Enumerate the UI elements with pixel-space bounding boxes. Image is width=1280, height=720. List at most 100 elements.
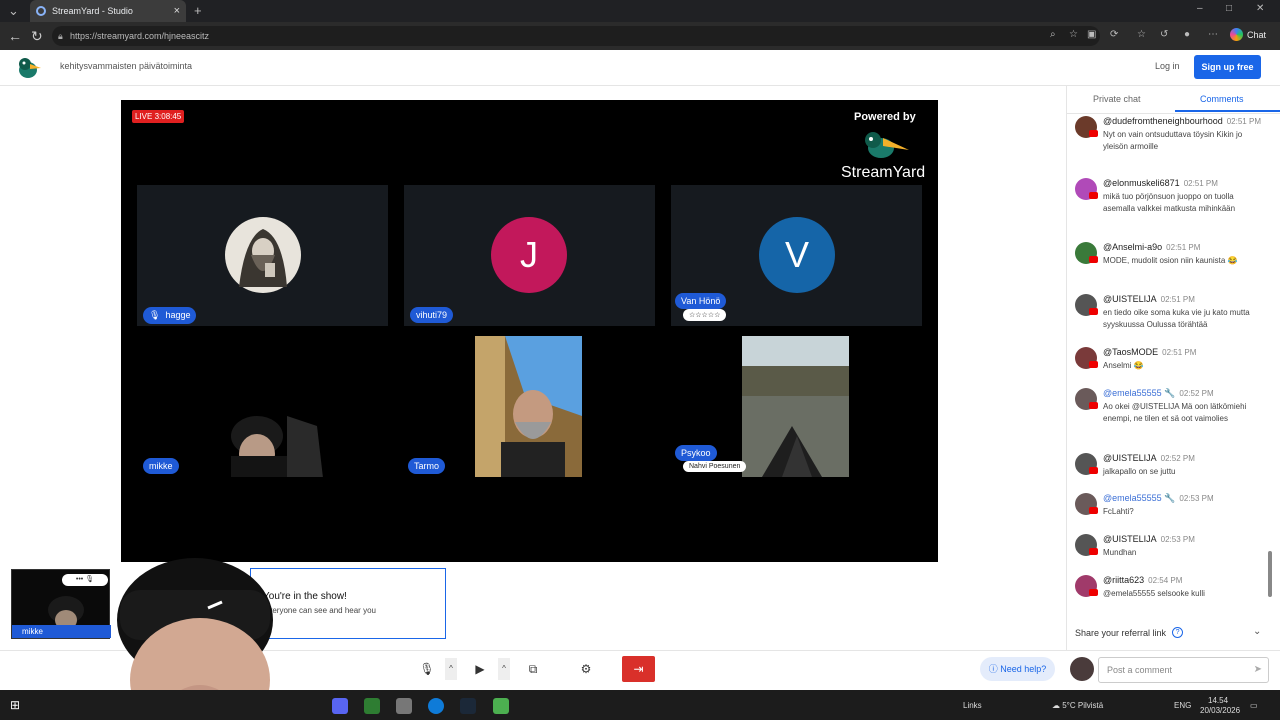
leave-studio-button[interactable]: ⇥ (622, 656, 655, 682)
comment-text: Anselmi 😂 (1103, 361, 1144, 370)
youtube-icon (1089, 130, 1098, 137)
comment-text: en tiedo oike soma kuka vie ju kato mutt… (1103, 308, 1250, 329)
close-tab-icon[interactable]: × (174, 5, 180, 17)
clock-time[interactable]: 14.54 (1208, 696, 1228, 705)
app-icon[interactable] (364, 698, 380, 714)
participant-tile-hagge[interactable]: 🎙︎ hagge (137, 185, 388, 326)
comment-time: 02:53 PM (1179, 494, 1214, 503)
chevron-down-icon[interactable]: ⌄ (1253, 626, 1261, 637)
commenter-name: @elonmuskeli6871 02:51 PM (1103, 178, 1218, 188)
url-text: https://streamyard.com/hjneeascitz (70, 31, 210, 41)
signup-button[interactable]: Sign up free (1194, 55, 1261, 79)
edge-icon[interactable] (428, 698, 444, 714)
share-screen-button[interactable]: ⧉ (522, 658, 544, 680)
discord-icon[interactable] (332, 698, 348, 714)
copilot-chat-button[interactable]: Chat (1230, 28, 1266, 41)
muted-mic-icon: 🎙︎ (149, 310, 161, 320)
my-avatar (1070, 657, 1094, 681)
windows-start-icon[interactable]: ⊞ (10, 698, 20, 712)
comment-text: @emela55555 selsooke kulli (1103, 589, 1205, 598)
comment-placeholder: Post a comment (1107, 665, 1173, 675)
commenter-username: @UISTELIJA (1103, 534, 1157, 544)
links-toolbar[interactable]: Links (963, 701, 982, 710)
address-bar: ← ↻ 🔒︎ https://streamyard.com/hjneeascit… (0, 22, 1280, 50)
commenter-name: @dudefromtheneighbourhood 02:51 PM (1103, 116, 1261, 126)
profile-icon[interactable]: ● (1184, 29, 1190, 40)
zoom-icon[interactable]: ⌕ (1050, 29, 1056, 40)
weather-widget[interactable]: ☁ 5°C Pilvistä (1052, 701, 1103, 710)
comment-time: 02:53 PM (1160, 535, 1195, 544)
tab-private-chat[interactable]: Private chat (1093, 94, 1141, 104)
streamyard-logo-icon (19, 58, 41, 78)
participant-name-tag: vihuti79 (410, 307, 454, 323)
streamyard-header: kehitysvammaisten päivätoiminta Log in S… (0, 50, 1280, 86)
commenter-name: @emela55555 🔧 02:52 PM (1103, 388, 1214, 399)
participant-initial-avatar: J (491, 217, 567, 293)
comment-input[interactable]: Post a comment ➤ (1098, 657, 1269, 683)
back-icon[interactable]: ← (8, 27, 22, 45)
need-help-button[interactable]: ⓘ Need help? (980, 657, 1055, 681)
tab-comments[interactable]: Comments (1200, 94, 1244, 104)
participant-badge: ☆☆☆☆☆ (683, 309, 727, 321)
favorites-bar-icon[interactable]: ☆ (1137, 29, 1146, 40)
login-link[interactable]: Log in (1155, 61, 1180, 71)
participant-tile-psykoo[interactable]: Psykoo Nahvi Poesunen (671, 336, 922, 477)
language-indicator[interactable]: ENG (1174, 701, 1191, 710)
close-window-icon[interactable]: ✕ (1256, 3, 1264, 14)
commenter-name: @riitta623 02:54 PM (1103, 575, 1182, 585)
participant-name-tag: Tarmo (408, 458, 446, 474)
comments-panel: Private chat Comments @dudefromtheneighb… (1066, 86, 1280, 650)
tab-title: StreamYard - Studio (52, 6, 133, 16)
youtube-icon (1089, 361, 1098, 368)
extension-icon[interactable]: ⟳ (1110, 29, 1118, 40)
settings-app-icon[interactable] (396, 698, 412, 714)
participant-badge: Nahvi Poesunen (683, 461, 747, 472)
notification-icon[interactable]: ▭ (1250, 701, 1258, 710)
help-icon: ⓘ (988, 664, 998, 674)
participant-tile-mikke[interactable]: mikke (137, 336, 388, 477)
panel-divider (1067, 113, 1280, 114)
scrollbar-thumb[interactable] (1268, 551, 1272, 597)
new-tab-button[interactable]: + (194, 2, 202, 20)
history-icon[interactable]: ↺ (1160, 29, 1168, 40)
mic-options-chevron-icon[interactable]: ^ (445, 658, 457, 680)
participant-tile-tarmo[interactable]: Tarmo (404, 336, 655, 477)
comment-time: 02:51 PM (1162, 348, 1197, 357)
camera-options-chevron-icon[interactable]: ^ (498, 658, 510, 680)
comment-time: 02:54 PM (1148, 576, 1183, 585)
comment-text: MODE, mudolit osion niin kaunista 😂 (1103, 256, 1238, 265)
settings-gear-icon[interactable]: ⚙ (575, 658, 597, 680)
participant-tile-van-hono[interactable]: V Van Hönö ☆☆☆☆☆ (671, 185, 922, 326)
minimize-icon[interactable]: – (1197, 3, 1203, 14)
comment-time: 02:51 PM (1160, 295, 1195, 304)
steam-icon[interactable] (460, 698, 476, 714)
more-icon[interactable]: ⋯ (1208, 29, 1218, 40)
microphone-button[interactable]: 🎙︎ (416, 658, 438, 680)
play-app-icon[interactable] (493, 698, 509, 714)
referral-link-row[interactable]: Share your referral link ? (1075, 627, 1184, 638)
favorite-icon[interactable]: ☆ (1069, 29, 1078, 40)
psykoo-video (742, 336, 849, 477)
commenter-name: @UISTELIJA 02:51 PM (1103, 294, 1195, 304)
maximize-icon[interactable]: □ (1226, 3, 1232, 14)
participant-name: hagge (165, 310, 191, 320)
youtube-icon (1089, 256, 1098, 263)
tab-menu-icon[interactable]: ⌄ (8, 2, 19, 20)
windows-taskbar: ⊞ Links ☁ 5°C Pilvistä ENG 14.54 20/03/2… (0, 690, 1280, 720)
send-icon[interactable]: ➤ (1254, 658, 1262, 682)
powered-by-label: Powered by (854, 111, 916, 123)
reader-icon[interactable]: ▣ (1087, 29, 1096, 40)
help-circle-icon[interactable]: ? (1172, 627, 1184, 638)
refresh-icon[interactable]: ↻ (31, 27, 43, 45)
live-badge: LIVE 3:08:45 (132, 110, 185, 123)
camera-button[interactable]: ▶ (469, 658, 491, 680)
youtube-icon (1089, 467, 1098, 474)
browser-tab[interactable]: StreamYard - Studio × (30, 0, 186, 22)
participant-name-tag: 🎙︎ hagge (143, 307, 197, 324)
clock-date[interactable]: 20/03/2026 (1200, 706, 1240, 715)
participant-tile-vihuti79[interactable]: J vihuti79 (404, 185, 655, 326)
mikke-video (231, 416, 323, 477)
url-field[interactable]: 🔒︎ https://streamyard.com/hjneeascitz (52, 26, 1100, 46)
youtube-icon (1089, 308, 1098, 315)
participant-initial-avatar: V (759, 217, 835, 293)
